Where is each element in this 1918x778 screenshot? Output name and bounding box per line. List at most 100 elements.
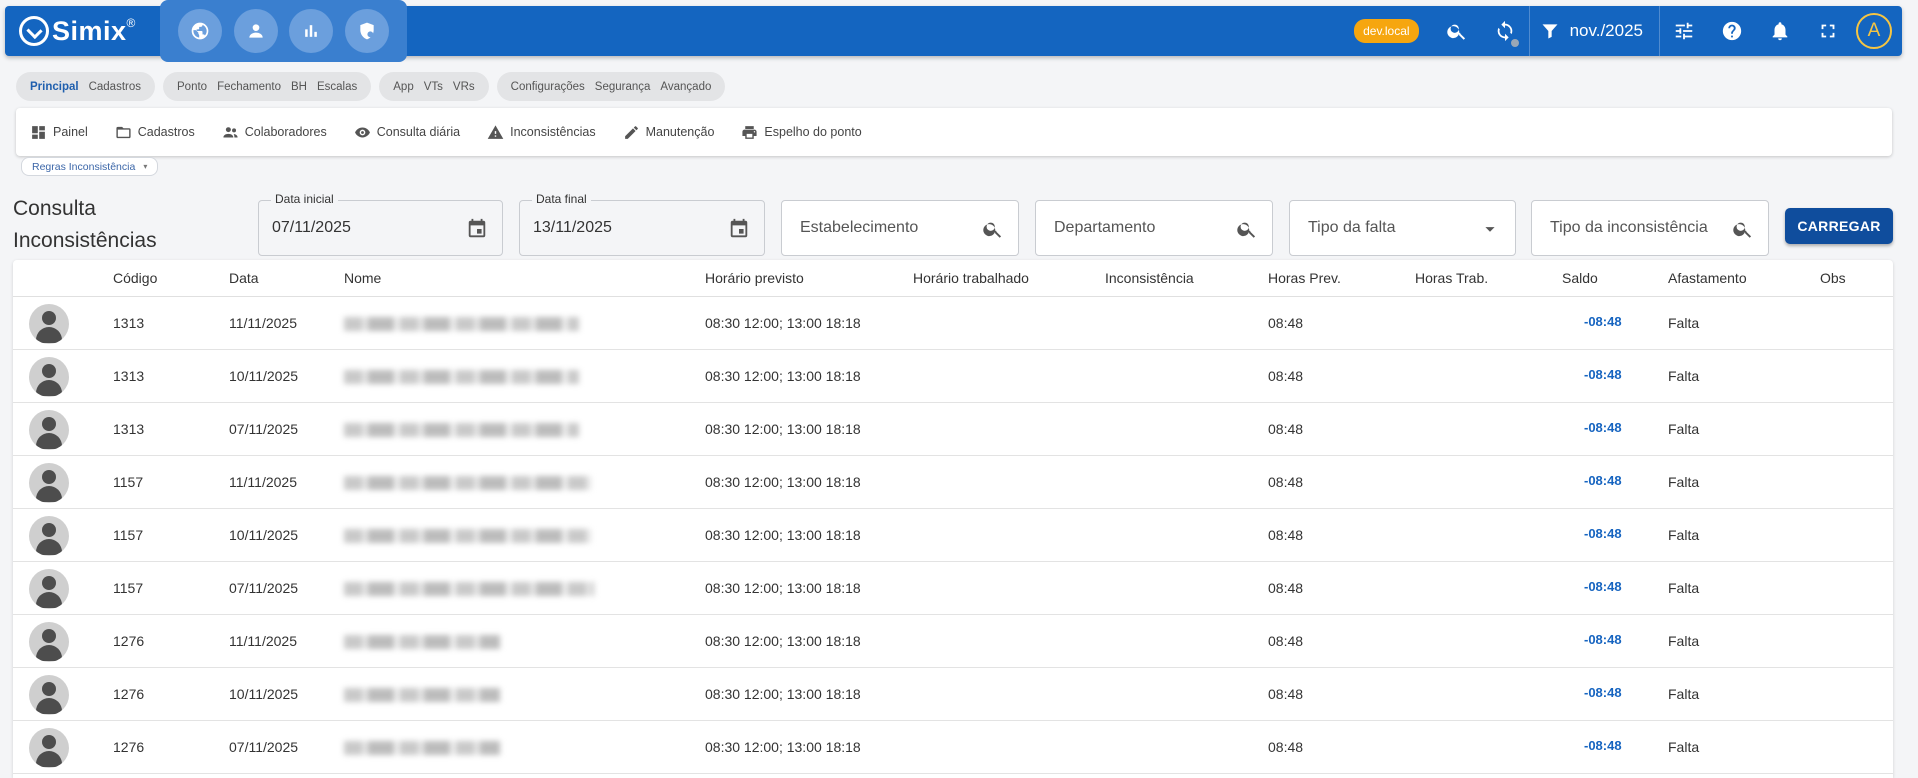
search-icon[interactable]: [1732, 218, 1754, 240]
menu-item-manutencao[interactable]: Manutenção: [623, 124, 714, 141]
help-icon[interactable]: [1708, 6, 1756, 56]
data-inicial-field[interactable]: Data inicial 07/11/2025: [258, 192, 503, 256]
menu-item-cadastros[interactable]: Cadastros: [115, 124, 195, 141]
table-row[interactable]: 1313 07/11/2025 08:30 12:00; 13:00 18:18 08…: [13, 403, 1893, 456]
main-menu-bar: Painel Cadastros Colaboradores Consulta …: [16, 108, 1892, 156]
table-row[interactable]: 1157 10/11/2025 08:30 12:00; 13:00 18:18 08…: [13, 509, 1893, 562]
user-avatar[interactable]: A: [1856, 13, 1892, 49]
col-obs[interactable]: Obs: [1820, 270, 1846, 286]
cell-afastamento: Falta: [1668, 368, 1700, 384]
cell-codigo: 1157: [113, 527, 144, 543]
col-horario-trabalhado[interactable]: Horário trabalhado: [913, 270, 1029, 286]
col-horas-prev[interactable]: Horas Prev.: [1268, 270, 1341, 286]
cell-codigo: 1313: [113, 421, 145, 437]
search-icon[interactable]: [1236, 218, 1258, 240]
sync-status-dot: [1510, 39, 1519, 47]
menu-item-espelho-do-ponto[interactable]: Espelho do ponto: [741, 124, 862, 141]
cell-data: 11/11/2025: [229, 474, 297, 490]
table-row[interactable]: 1157 11/11/2025 08:30 12:00; 13:00 18:18 08…: [13, 456, 1893, 509]
top-app-bar: Simix® dev.local nov./2025 A: [5, 0, 1902, 62]
cell-horas-prev: 08:48: [1268, 474, 1304, 490]
table-row[interactable]: 1276 11/11/2025 08:30 12:00; 13:00 18:18 08…: [13, 615, 1893, 668]
menu-item-consulta-diaria[interactable]: Consulta diária: [354, 124, 460, 141]
cell-nome-redacted: [344, 370, 579, 384]
chip-cadastros[interactable]: Cadastros: [89, 81, 141, 93]
chip-principal[interactable]: Principal: [30, 81, 79, 93]
calendar-icon[interactable]: [728, 218, 750, 240]
page-title: Consulta Inconsistências: [13, 197, 157, 252]
cell-saldo: -08:48: [1584, 314, 1622, 329]
col-horario-previsto[interactable]: Horário previsto: [705, 270, 804, 286]
data-final-field[interactable]: Data final 13/11/2025: [519, 192, 765, 256]
col-saldo[interactable]: Saldo: [1562, 270, 1598, 286]
cell-horas-prev: 08:48: [1268, 527, 1304, 543]
tipo-inconsistencia-field[interactable]: Tipo da inconsistência: [1531, 200, 1769, 256]
carregar-button[interactable]: CARREGAR: [1785, 208, 1893, 244]
avatar: [29, 675, 69, 715]
calendar-icon[interactable]: [466, 218, 488, 240]
menu-item-colaboradores[interactable]: Colaboradores: [222, 124, 327, 141]
cell-nome-redacted: [344, 741, 500, 755]
search-icon[interactable]: [982, 218, 1004, 240]
chip-configuracoes[interactable]: Configurações: [511, 81, 585, 93]
fullscreen-icon[interactable]: [1804, 6, 1852, 56]
avatar: [29, 728, 69, 768]
arrow-drop-down-icon: [1479, 218, 1501, 240]
cell-horario-previsto: 08:30 12:00; 13:00 18:18: [705, 633, 861, 649]
tune-icon[interactable]: [1660, 6, 1708, 56]
chip-app[interactable]: App: [393, 81, 413, 93]
col-codigo[interactable]: Código: [113, 270, 157, 286]
bar-chart-icon[interactable]: [289, 9, 334, 53]
cell-codigo: 1313: [113, 368, 145, 384]
estabelecimento-field[interactable]: Estabelecimento: [781, 200, 1019, 256]
cell-saldo: -08:48: [1584, 738, 1622, 753]
period-filter[interactable]: nov./2025: [1530, 21, 1659, 41]
departamento-field[interactable]: Departamento: [1035, 200, 1273, 256]
shield-icon[interactable]: [345, 9, 390, 53]
cell-saldo: -08:48: [1584, 526, 1622, 541]
globe-icon[interactable]: [177, 9, 222, 53]
menu-item-inconsistencias[interactable]: Inconsistências: [487, 124, 596, 141]
chip-avancado[interactable]: Avançado: [660, 81, 711, 93]
notifications-icon[interactable]: [1756, 6, 1804, 56]
chip-vrs[interactable]: VRs: [453, 81, 475, 93]
cell-horas-prev: 08:48: [1268, 739, 1304, 755]
cell-horario-previsto: 08:30 12:00; 13:00 18:18: [705, 421, 861, 437]
search-icon[interactable]: [1433, 6, 1481, 56]
col-data[interactable]: Data: [229, 270, 259, 286]
col-nome[interactable]: Nome: [344, 270, 381, 286]
chip-vts[interactable]: VTs: [424, 81, 443, 93]
table-row[interactable]: 1157 07/11/2025 08:30 12:00; 13:00 18:18 08…: [13, 562, 1893, 615]
table-row[interactable]: 1276 10/11/2025 08:30 12:00; 13:00 18:18 08…: [13, 668, 1893, 721]
avatar: [29, 463, 69, 503]
tipo-falta-select[interactable]: Tipo da falta: [1289, 200, 1516, 256]
col-horas-trab[interactable]: Horas Trab.: [1415, 270, 1488, 286]
avatar: [29, 622, 69, 662]
table-row[interactable]: 1313 11/11/2025 08:30 12:00; 13:00 18:18 08…: [13, 297, 1893, 350]
cell-saldo: -08:48: [1584, 579, 1622, 594]
cell-nome-redacted: [344, 582, 594, 596]
submenu-regras-inconsistencia[interactable]: Regras Inconsistência ▾: [21, 157, 159, 176]
table-row[interactable]: 1276 07/11/2025 08:30 12:00; 13:00 18:18 08…: [13, 721, 1893, 774]
chip-escalas[interactable]: Escalas: [317, 81, 357, 93]
col-inconsistencia[interactable]: Inconsistência: [1105, 270, 1194, 286]
folder-icon: [116, 126, 131, 138]
chip-seguranca[interactable]: Segurança: [595, 81, 651, 93]
brand-name: Simix®: [52, 15, 136, 46]
cell-horario-previsto: 08:30 12:00; 13:00 18:18: [705, 474, 861, 490]
chip-ponto[interactable]: Ponto: [177, 81, 207, 93]
sync-icon[interactable]: [1481, 6, 1529, 56]
chip-fechamento[interactable]: Fechamento: [217, 81, 281, 93]
col-afastamento[interactable]: Afastamento: [1668, 270, 1747, 286]
chip-bh[interactable]: BH: [291, 81, 307, 93]
cell-saldo: -08:48: [1584, 473, 1622, 488]
cell-horario-previsto: 08:30 12:00; 13:00 18:18: [705, 739, 861, 755]
table-row[interactable]: 1313 10/11/2025 08:30 12:00; 13:00 18:18 08…: [13, 350, 1893, 403]
cell-data: 07/11/2025: [229, 421, 299, 437]
menu-item-painel[interactable]: Painel: [30, 124, 88, 141]
cell-nome-redacted: [344, 688, 500, 702]
person-icon[interactable]: [233, 9, 278, 53]
cell-horario-previsto: 08:30 12:00; 13:00 18:18: [705, 368, 861, 384]
brand-logo[interactable]: Simix®: [19, 16, 136, 47]
avatar: [29, 410, 69, 450]
